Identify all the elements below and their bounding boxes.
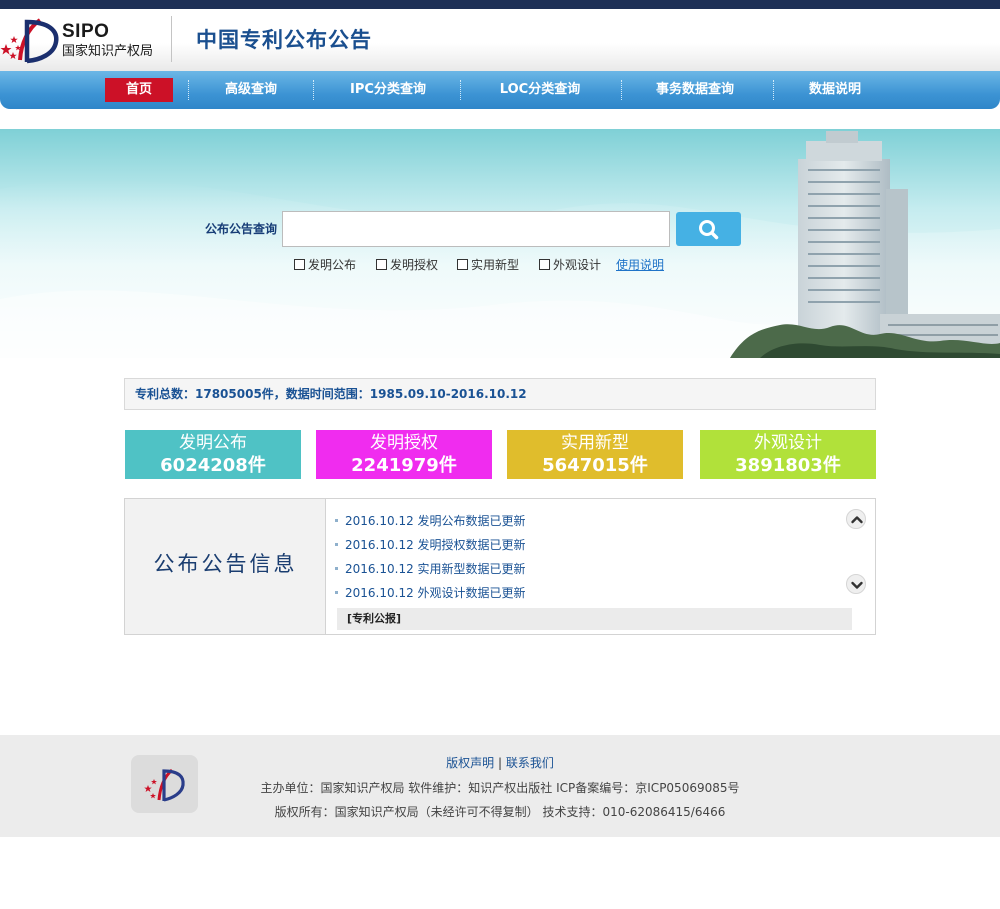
tile-name: 发明公布 bbox=[179, 433, 247, 453]
tile-count: 3891803件 bbox=[735, 455, 841, 476]
checkbox-box[interactable] bbox=[457, 259, 468, 270]
news-list: 2016.10.12 发明公布数据已更新 2016.10.12 发明授权数据已更… bbox=[335, 509, 526, 605]
sipo-logo[interactable]: SIPO 国家知识产权局 bbox=[0, 14, 170, 68]
announcement-panel: 公布公告信息 2016.10.12 发明公布数据已更新 2016.10.12 发… bbox=[124, 498, 876, 635]
news-item[interactable]: 2016.10.12 实用新型数据已更新 bbox=[335, 557, 526, 581]
news-item[interactable]: 2016.10.12 发明公布数据已更新 bbox=[335, 509, 526, 533]
footer-links: 版权声明 | 联系我们 bbox=[0, 754, 1000, 771]
tile-count: 6024208件 bbox=[160, 455, 266, 476]
tile-invention-grant[interactable]: 发明授权 2241979件 bbox=[316, 430, 492, 479]
checkbox-design[interactable]: 外观设计 bbox=[539, 257, 601, 273]
news-text: 2016.10.12 发明授权数据已更新 bbox=[345, 538, 526, 552]
nav-item-home[interactable]: 首页 bbox=[105, 78, 173, 102]
top-strip bbox=[0, 0, 1000, 9]
nav-item-advanced-search[interactable]: 高级查询 bbox=[205, 78, 297, 102]
footer-organizer-info: 主办单位：国家知识产权局 软件维护：知识产权出版社 ICP备案编号：京ICP05… bbox=[260, 781, 740, 795]
scroll-down-button[interactable] bbox=[846, 574, 866, 594]
search-icon bbox=[699, 220, 719, 240]
tile-name: 发明授权 bbox=[370, 433, 438, 453]
news-item[interactable]: 2016.10.12 外观设计数据已更新 bbox=[335, 581, 526, 605]
news-item[interactable]: 2016.10.12 发明授权数据已更新 bbox=[335, 533, 526, 557]
search-banner: 公布公告查询 发明公布 发明授权 实用新型 外观设计 使用说明 bbox=[0, 129, 1000, 358]
nav-item-transaction-search[interactable]: 事务数据查询 bbox=[635, 78, 755, 102]
nav-separator bbox=[188, 80, 189, 100]
announcement-panel-header: 公布公告信息 bbox=[125, 499, 326, 634]
news-text: 2016.10.12 发明公布数据已更新 bbox=[345, 514, 526, 528]
tile-name: 外观设计 bbox=[754, 433, 822, 453]
checkbox-label: 发明公布 bbox=[308, 258, 357, 272]
news-text: 2016.10.12 外观设计数据已更新 bbox=[345, 586, 526, 600]
link-separator: | bbox=[497, 756, 503, 770]
scroll-up-button[interactable] bbox=[846, 509, 866, 529]
nav-separator bbox=[313, 80, 314, 100]
chevron-up-icon bbox=[851, 516, 863, 524]
nav-item-ipc-search[interactable]: IPC分类查询 bbox=[328, 78, 448, 102]
nav-separator bbox=[460, 80, 461, 100]
checkbox-box[interactable] bbox=[539, 259, 550, 270]
checkbox-label: 发明授权 bbox=[390, 258, 439, 272]
contact-us-link[interactable]: 联系我们 bbox=[506, 756, 554, 770]
patent-gazette-link[interactable]: [专利公报] bbox=[337, 608, 852, 630]
checkbox-label: 外观设计 bbox=[553, 258, 602, 272]
site-header: SIPO 国家知识产权局 中国专利公布公告 bbox=[0, 9, 1000, 71]
checkbox-box[interactable] bbox=[376, 259, 387, 270]
footer-copyright-info: 版权所有：国家知识产权局（未经许可不得复制） 技术支持：010-62086415… bbox=[274, 805, 726, 819]
nav-item-data-description[interactable]: 数据说明 bbox=[790, 78, 880, 102]
search-button[interactable] bbox=[676, 212, 741, 246]
search-input[interactable] bbox=[282, 211, 670, 247]
checkbox-label: 实用新型 bbox=[471, 258, 520, 272]
usage-instructions-link[interactable]: 使用说明 bbox=[616, 257, 664, 273]
tile-count: 2241979件 bbox=[351, 455, 457, 476]
site-footer: 版权声明 | 联系我们 主办单位：国家知识产权局 软件维护：知识产权出版社 IC… bbox=[0, 735, 1000, 837]
tile-design[interactable]: 外观设计 3891803件 bbox=[700, 430, 876, 479]
main-nav: 首页 高级查询 IPC分类查询 LOC分类查询 事务数据查询 数据说明 bbox=[0, 71, 1000, 109]
bullet-icon bbox=[335, 591, 338, 594]
search-label: 公布公告查询 bbox=[205, 222, 278, 236]
checkbox-box[interactable] bbox=[294, 259, 305, 270]
bullet-icon bbox=[335, 519, 338, 522]
checkbox-invention-publication[interactable]: 发明公布 bbox=[294, 257, 356, 273]
nav-separator bbox=[773, 80, 774, 100]
header-divider bbox=[171, 16, 172, 62]
tile-count: 5647015件 bbox=[542, 455, 648, 476]
sipo-emblem-icon bbox=[0, 18, 59, 64]
bullet-icon bbox=[335, 567, 338, 570]
copyright-statement-link[interactable]: 版权声明 bbox=[446, 756, 494, 770]
tile-invention-publication[interactable]: 发明公布 6024208件 bbox=[125, 430, 301, 479]
announcement-title: 公布公告信息 bbox=[153, 552, 298, 576]
checkbox-invention-grant[interactable]: 发明授权 bbox=[376, 257, 438, 273]
tile-utility-model[interactable]: 实用新型 5647015件 bbox=[507, 430, 683, 479]
tile-name: 实用新型 bbox=[561, 433, 629, 453]
patent-stats-summary: 专利总数：17805005件，数据时间范围：1985.09.10-2016.10… bbox=[124, 378, 876, 410]
site-title: 中国专利公布公告 bbox=[196, 28, 372, 52]
logo-subtitle: 国家知识产权局 bbox=[62, 44, 154, 59]
nav-item-loc-search[interactable]: LOC分类查询 bbox=[480, 78, 600, 102]
bullet-icon bbox=[335, 543, 338, 546]
logo-text: SIPO bbox=[62, 21, 110, 42]
nav-separator bbox=[621, 80, 622, 100]
chevron-down-icon bbox=[851, 581, 863, 589]
checkbox-utility-model[interactable]: 实用新型 bbox=[457, 257, 519, 273]
news-text: 2016.10.12 实用新型数据已更新 bbox=[345, 562, 526, 576]
